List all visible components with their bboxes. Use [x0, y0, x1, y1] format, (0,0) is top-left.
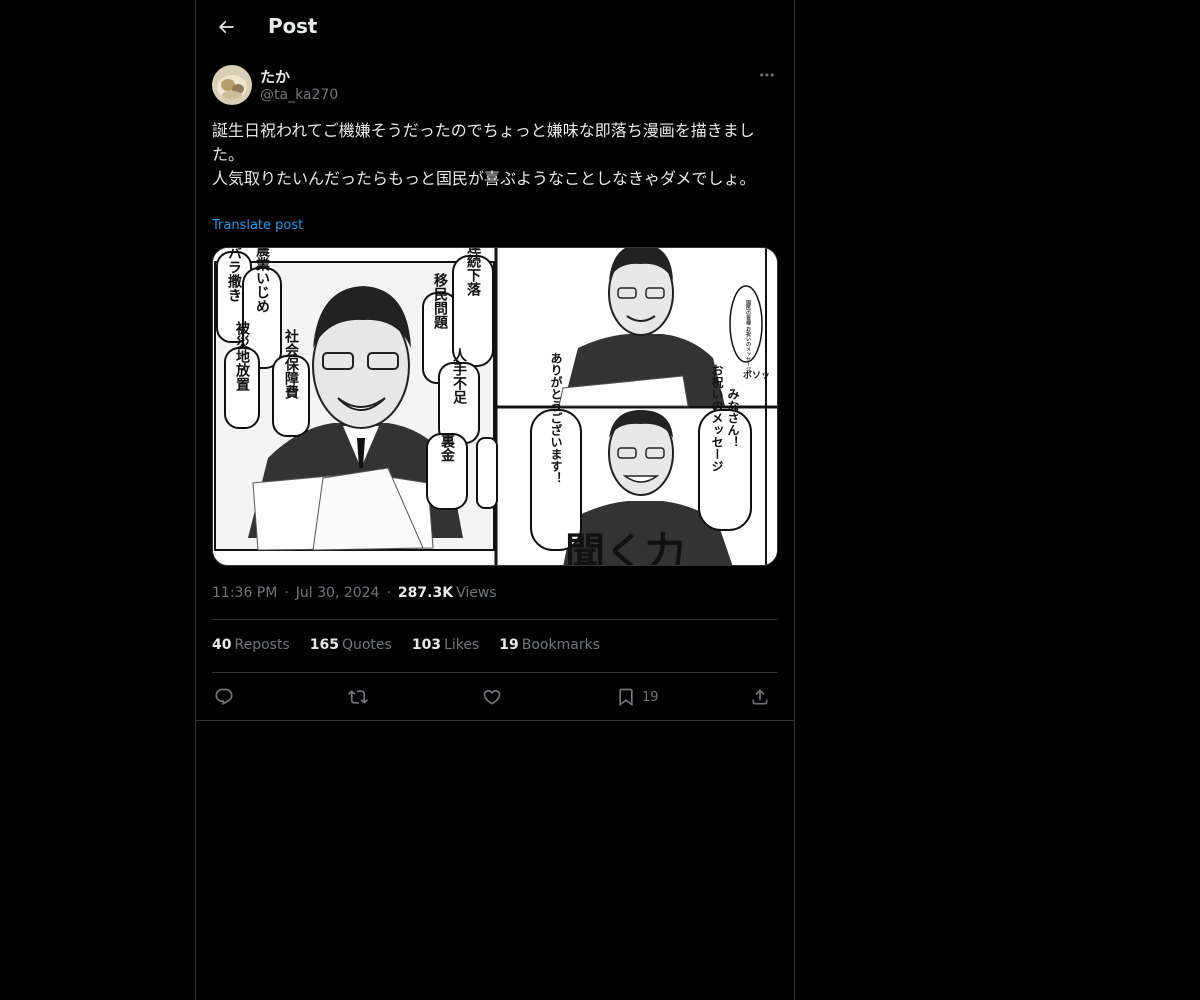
post-image-manga[interactable]: 海外バラ撒き 農業いじめ 被災地放置 社会保障費 移民問題 連続下落 人手不足 … [212, 247, 778, 566]
bookmark-button[interactable]: 19 [616, 683, 659, 711]
bookmark-count: 19 [642, 689, 659, 705]
divider [212, 619, 778, 620]
like-button[interactable] [482, 683, 502, 711]
svg-text:連続下落: 連続下落 [465, 248, 481, 297]
quotes-stat[interactable]: 165 Quotes [310, 637, 392, 657]
page-title: Post [268, 14, 318, 38]
svg-text:被災地放置: 被災地放置 [234, 320, 251, 392]
post-stats: 40 Reposts 165 Quotes 103 Likes 19 Bookmarks [212, 637, 620, 657]
page-header: Post [196, 0, 794, 54]
views-label: Views [456, 585, 497, 601]
bookmarks-stat[interactable]: 19 Bookmarks [499, 637, 600, 657]
reposts-count: 40 [212, 637, 232, 653]
arrow-left-icon [218, 20, 234, 34]
svg-text:ありがとうございます！: ありがとうございます！ [549, 352, 563, 484]
svg-text:ボソッ: ボソッ [743, 369, 770, 381]
more-horizontal-icon [760, 73, 774, 77]
reply-button[interactable] [214, 683, 234, 711]
svg-text:聞く力: 聞く力 [565, 529, 685, 566]
svg-text:農業いじめ: 農業いじめ [254, 248, 271, 313]
translate-post-link[interactable]: Translate post [212, 218, 303, 233]
meta-separator: · [386, 585, 391, 601]
bookmarks-label: Bookmarks [521, 637, 600, 653]
back-button[interactable] [208, 9, 244, 45]
bookmark-icon [619, 688, 633, 707]
divider [196, 720, 794, 721]
repost-icon [348, 690, 368, 704]
likes-stat[interactable]: 103 Likes [412, 637, 479, 657]
meta-separator: · [284, 585, 289, 601]
svg-text:裏金: 裏金 [439, 433, 456, 462]
bookmarks-count: 19 [499, 637, 519, 653]
svg-text:海外バラ撒き: 海外バラ撒き [226, 248, 242, 302]
post-date[interactable]: Jul 30, 2024 [296, 585, 380, 601]
post-actions: 19 [212, 683, 778, 711]
post-author: たか @ta_ka270 [212, 65, 778, 109]
user-handle[interactable]: @ta_ka270 [260, 87, 338, 103]
svg-text:国民の皆様 お祝いのメッセージ: 国民の皆様 お祝いのメッセージ [745, 299, 752, 373]
likes-label: Likes [444, 637, 480, 653]
svg-text:移民問題: 移民問題 [432, 272, 448, 330]
heart-icon [483, 689, 501, 705]
reposts-label: Reposts [234, 637, 290, 653]
post-meta: 11:36 PM · Jul 30, 2024 · 287.3K Views [212, 583, 497, 603]
share-button[interactable] [750, 683, 770, 711]
post-time[interactable]: 11:36 PM [212, 585, 277, 601]
share-icon [752, 689, 768, 705]
views-count: 287.3K [397, 585, 454, 601]
post-text: 誕生日祝われてご機嫌そうだったのでちょっと嫌味な即落ち漫画を描きました。 人気取… [212, 121, 756, 188]
reply-icon [215, 688, 233, 706]
svg-text:社会保障費: 社会保障費 [283, 328, 300, 400]
svg-text:お祝いのメッセージ: お祝いのメッセージ [710, 364, 724, 472]
likes-count: 103 [411, 637, 442, 653]
primary-column: Post たか @ta_ka270 誕生日祝われてご機嫌そうだったのでちょっと嫌… [195, 0, 795, 1000]
quotes-count: 165 [309, 637, 339, 653]
reposts-stat[interactable]: 40 Reposts [212, 637, 290, 657]
svg-text:みなさん！: みなさん！ [726, 388, 740, 448]
more-options-button[interactable] [756, 65, 778, 85]
quotes-label: Quotes [341, 637, 392, 653]
manga-left-panel: 海外バラ撒き 農業いじめ 被災地放置 社会保障費 移民問題 連続下落 人手不足 … [216, 248, 498, 551]
repost-button[interactable] [348, 683, 368, 711]
avatar[interactable] [212, 65, 252, 105]
divider [212, 672, 778, 673]
svg-text:人手不足: 人手不足 [451, 347, 467, 405]
display-name[interactable]: たか [260, 66, 290, 87]
